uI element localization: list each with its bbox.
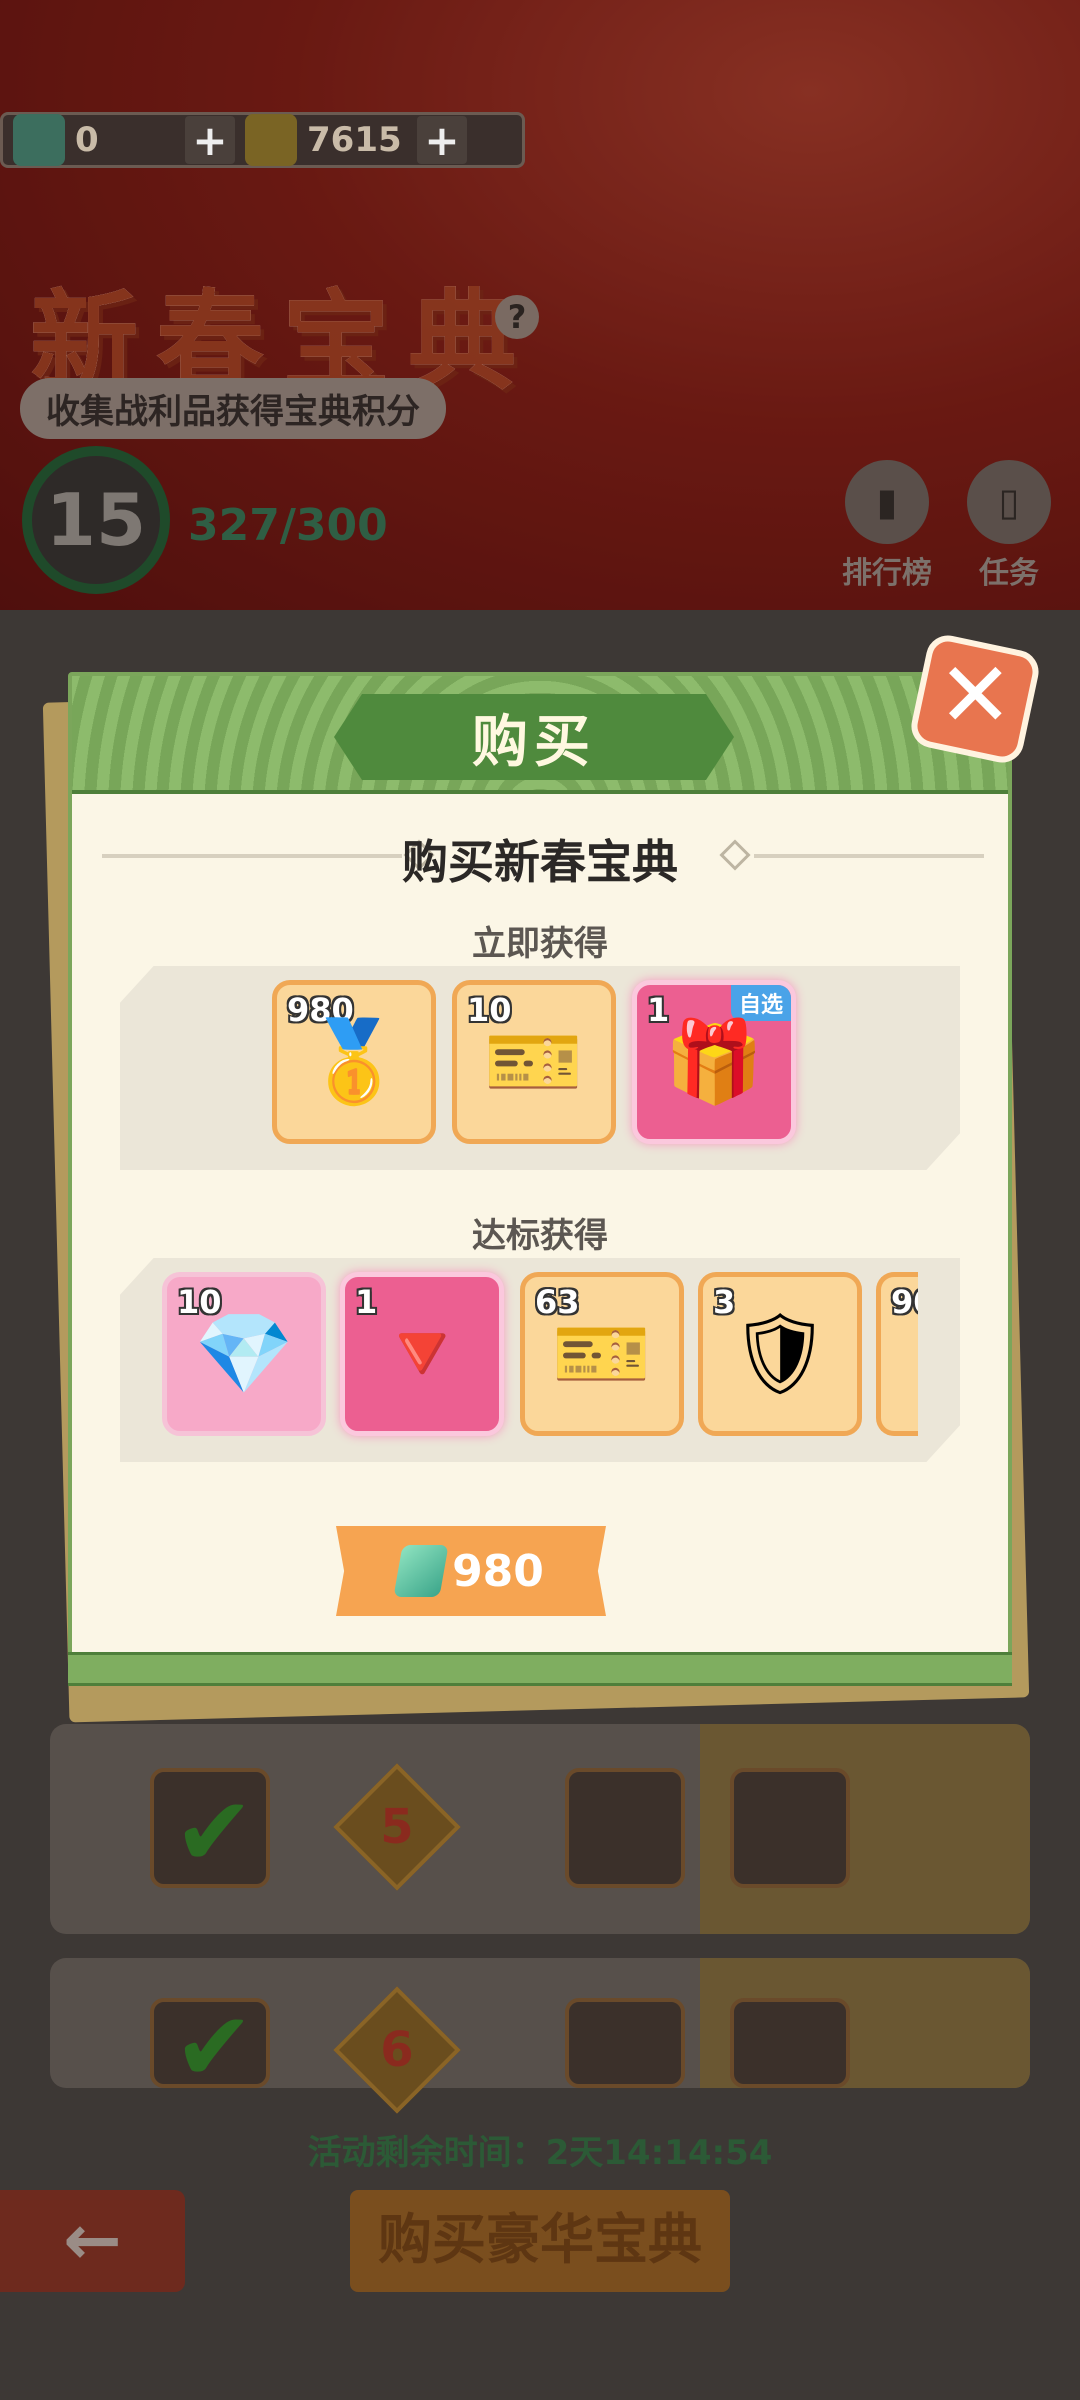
add-gold-button[interactable]: + bbox=[417, 116, 467, 165]
gold-ingot-icon bbox=[245, 114, 297, 166]
check-icon: ✔ bbox=[173, 1991, 255, 2103]
add-gems-button[interactable]: + bbox=[185, 116, 235, 165]
level-marker-number: 6 bbox=[380, 2022, 414, 2078]
general-shield-icon: 🛡 bbox=[729, 1307, 831, 1400]
currency-bar: 0 + 7615 + bbox=[0, 112, 525, 168]
gem-currency: 0 + bbox=[3, 114, 235, 166]
milestone-rewards-shelf: 10 💎 1 🔻 63 🎫 3 🛡 90 bbox=[120, 1258, 960, 1462]
level-marker-number: 5 bbox=[380, 1799, 414, 1855]
level-badge: 15 bbox=[22, 446, 170, 594]
dialog-title: 购买新春宝典 bbox=[402, 835, 678, 889]
tasks-label: 任务 bbox=[979, 556, 1039, 591]
reward-item[interactable]: 90 bbox=[876, 1272, 918, 1436]
reward-item[interactable]: 10 💎 bbox=[162, 1272, 326, 1436]
ruby-emblem-icon: 🔻 bbox=[372, 1307, 472, 1400]
divider bbox=[754, 854, 984, 858]
free-reward-slot[interactable]: ✔ bbox=[150, 1998, 270, 2095]
level-number: 15 bbox=[45, 478, 147, 562]
bar-chart-icon: ▮ bbox=[845, 460, 929, 544]
buy-luxury-button[interactable]: 购买豪华宝典 bbox=[350, 2190, 730, 2292]
event-subtitle: 收集战利品获得宝典积分 bbox=[20, 378, 446, 439]
gem-icon bbox=[13, 114, 65, 166]
reward-item[interactable]: 1 自选 🎁 bbox=[632, 980, 796, 1144]
back-button[interactable]: ← bbox=[0, 2190, 185, 2292]
leaderboard-button[interactable]: ▮ 排行榜 bbox=[832, 460, 942, 592]
gift-box-icon: 🎁 bbox=[664, 1015, 764, 1108]
gold-ingot-icon: 🥇 bbox=[304, 1015, 404, 1108]
fortune-ticket-icon: 🎫 bbox=[552, 1307, 652, 1400]
gold-currency: 7615 + bbox=[235, 114, 467, 166]
points-progress: 327/300 bbox=[188, 500, 388, 551]
reward-item[interactable]: 63 🎫 bbox=[520, 1272, 684, 1436]
gem-amount: 0 bbox=[75, 120, 99, 160]
crystal-icon: 💎 bbox=[194, 1307, 294, 1400]
lux-reward-slot[interactable] bbox=[565, 1998, 685, 2088]
event-timer: 活动剩余时间：2天14:14:54 bbox=[307, 2133, 773, 2173]
lux-reward-slot[interactable] bbox=[730, 1998, 850, 2088]
fortune-ticket-icon: 🎫 bbox=[484, 1015, 584, 1108]
immediate-rewards-shelf: 980 🥇 10 🎫 1 自选 🎁 bbox=[120, 966, 960, 1170]
help-button[interactable]: ? bbox=[495, 295, 539, 339]
lux-reward-slot[interactable] bbox=[565, 1768, 685, 1888]
gold-amount: 7615 bbox=[307, 120, 402, 160]
tasks-button[interactable]: ▯ 任务 bbox=[954, 460, 1064, 592]
reward-item[interactable]: 3 🛡 bbox=[698, 1272, 862, 1436]
item-quantity: 90 bbox=[891, 1283, 918, 1321]
dialog-header-title: 购买 bbox=[334, 694, 734, 780]
leaderboard-label: 排行榜 bbox=[842, 556, 932, 591]
immediate-rewards-label: 立即获得 bbox=[472, 924, 608, 964]
reward-item[interactable]: 980 🥇 bbox=[272, 980, 436, 1144]
task-cards-icon: ▯ bbox=[967, 460, 1051, 544]
dialog-header: 购买 bbox=[72, 676, 1008, 794]
check-icon: ✔ bbox=[173, 1776, 255, 1888]
close-button[interactable]: ✕ bbox=[907, 631, 1043, 767]
milestone-rewards-label: 达标获得 bbox=[472, 1216, 608, 1256]
reward-item[interactable]: 10 🎫 bbox=[452, 980, 616, 1144]
close-icon: ✕ bbox=[937, 643, 1014, 749]
free-reward-slot[interactable]: ✔ bbox=[150, 1768, 270, 1888]
lux-reward-slot[interactable] bbox=[730, 1768, 850, 1888]
purchase-price: 980 bbox=[452, 1545, 544, 1597]
reward-item[interactable]: 1 🔻 bbox=[340, 1272, 504, 1436]
gem-icon bbox=[393, 1545, 449, 1597]
purchase-button[interactable]: 980 bbox=[336, 1526, 606, 1616]
dialog-footer bbox=[68, 1652, 1012, 1686]
